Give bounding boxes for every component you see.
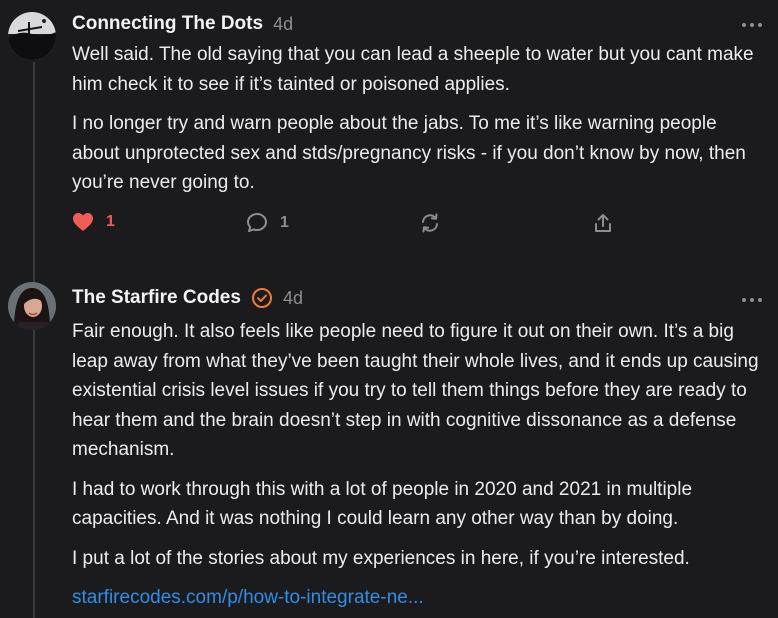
share-icon bbox=[595, 214, 611, 232]
comment-header: The Starfire Codes 4d bbox=[72, 286, 303, 310]
more-icon[interactable] bbox=[742, 22, 762, 28]
like-count: 1 bbox=[106, 213, 115, 230]
reply-bubble-icon bbox=[247, 213, 267, 232]
author-name[interactable]: The Starfire Codes bbox=[72, 286, 241, 310]
avatar[interactable] bbox=[8, 12, 56, 60]
thread-line bbox=[33, 62, 35, 618]
reply-button[interactable]: 1 bbox=[246, 212, 289, 234]
comment-body: Fair enough. It also feels like people n… bbox=[72, 317, 762, 613]
avatar[interactable] bbox=[8, 282, 56, 330]
restack-icon bbox=[422, 213, 438, 233]
timestamp[interactable]: 4d bbox=[273, 12, 293, 36]
verified-check-icon bbox=[251, 288, 272, 308]
comment-paragraph: I had to work through this with a lot of… bbox=[72, 478, 693, 530]
comment-paragraph: I put a lot of the stories about my expe… bbox=[72, 547, 690, 569]
comment-paragraph: Fair enough. It also feels like people n… bbox=[72, 321, 759, 460]
heart-icon bbox=[73, 213, 93, 231]
comment-header: Connecting The Dots 4d bbox=[72, 12, 293, 36]
comment-actions: 1 1 bbox=[72, 212, 632, 238]
comment-paragraph: Well said. The old saying that you can l… bbox=[72, 44, 754, 95]
restack-button[interactable] bbox=[419, 212, 441, 234]
comment-body: Well said. The old saying that you can l… bbox=[72, 40, 762, 208]
share-button[interactable] bbox=[592, 212, 614, 234]
author-name[interactable]: Connecting The Dots bbox=[72, 12, 263, 36]
comment-paragraph: I no longer try and warn people about th… bbox=[72, 113, 746, 193]
more-icon[interactable] bbox=[742, 297, 762, 303]
like-button[interactable]: 1 bbox=[72, 212, 115, 232]
article-link[interactable]: starfirecodes.com/p/how-to-integrate-ne.… bbox=[72, 587, 424, 608]
reply-count: 1 bbox=[280, 214, 289, 231]
timestamp[interactable]: 4d bbox=[283, 286, 303, 310]
